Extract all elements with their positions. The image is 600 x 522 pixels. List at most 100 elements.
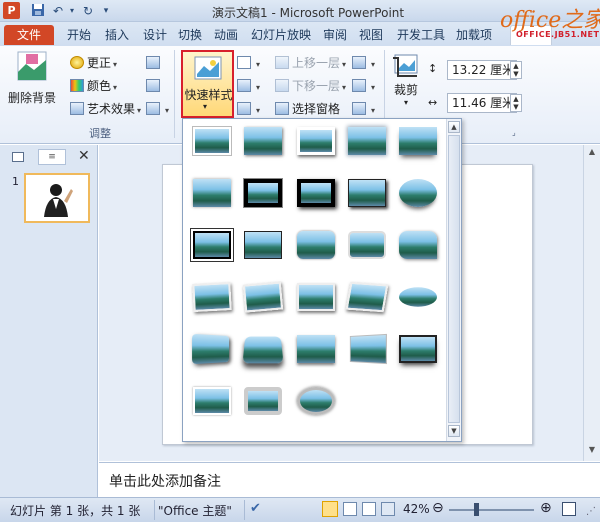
selection-pane-button[interactable]: 选择窗格: [275, 100, 340, 118]
picture-style-thumbnail[interactable]: [399, 127, 437, 155]
notes-pane[interactable]: 单击此处添加备注: [99, 462, 600, 497]
picture-style-thumbnail[interactable]: [193, 179, 231, 207]
picture-style-thumbnail[interactable]: [244, 387, 282, 415]
picture-style-thumbnail[interactable]: [345, 281, 389, 313]
slides-pane: ≡ ✕ 1: [0, 145, 98, 497]
rotate-button[interactable]: ▾: [352, 100, 375, 118]
width-input[interactable]: 11.46 厘米: [447, 93, 517, 113]
picture-layout-button[interactable]: ▾: [237, 100, 260, 118]
slide-thumbnail[interactable]: [24, 173, 90, 223]
picture-style-thumbnail[interactable]: [399, 179, 437, 207]
redo-icon[interactable]: ↻: [80, 3, 96, 19]
picture-style-preview-image: [193, 387, 231, 415]
theme-name[interactable]: "Office 主题": [158, 502, 232, 519]
tab-developer[interactable]: 开发工具: [393, 25, 449, 45]
bring-forward-button[interactable]: 上移一层 ▾: [275, 54, 346, 72]
picture-style-preview-image: [297, 231, 335, 259]
crop-button[interactable]: 裁剪 ▾: [389, 52, 423, 107]
picture-style-thumbnail[interactable]: [399, 283, 437, 311]
picture-style-thumbnail[interactable]: [192, 282, 232, 312]
gallery-scrollbar[interactable]: ▲ ▼: [446, 119, 461, 441]
picture-style-thumbnail[interactable]: [348, 179, 386, 207]
width-spinner[interactable]: ▲ ▼: [510, 94, 522, 112]
tab-design[interactable]: 设计: [138, 25, 172, 45]
artistic-effects-icon: [70, 102, 84, 115]
group-icon: [352, 79, 366, 92]
scroll-down-icon[interactable]: ▼: [586, 445, 598, 457]
fit-to-window-icon[interactable]: [562, 502, 576, 516]
slides-tab-icon[interactable]: [12, 152, 24, 162]
picture-style-thumbnail[interactable]: [191, 229, 233, 261]
normal-view-icon[interactable]: [322, 501, 338, 517]
artistic-effects-button[interactable]: 艺术效果 ▾: [70, 100, 141, 118]
height-input[interactable]: 13.22 厘米: [447, 60, 517, 80]
slide-sorter-view-icon[interactable]: [343, 502, 357, 516]
zoom-slider-handle[interactable]: [474, 503, 479, 516]
picture-style-thumbnail[interactable]: [242, 281, 284, 313]
tab-transitions[interactable]: 切换: [175, 25, 205, 45]
align-button[interactable]: ▾: [352, 54, 375, 72]
picture-style-thumbnail[interactable]: [297, 283, 335, 311]
undo-dropdown-icon[interactable]: ▾: [64, 3, 80, 19]
picture-style-thumbnail[interactable]: [244, 231, 282, 259]
powerpoint-app-icon[interactable]: P: [3, 2, 20, 19]
picture-style-thumbnail[interactable]: [297, 231, 335, 259]
picture-style-thumbnail[interactable]: [193, 127, 231, 155]
customize-qat-icon[interactable]: ▾: [98, 3, 114, 19]
tab-file[interactable]: 文件: [4, 25, 54, 45]
picture-style-thumbnail[interactable]: [193, 387, 231, 415]
close-pane-icon[interactable]: ✕: [78, 148, 90, 164]
group-button[interactable]: ▾: [352, 77, 375, 95]
remove-background-button[interactable]: 删除背景: [6, 50, 58, 106]
vertical-scrollbar[interactable]: ▲ ▼: [583, 145, 600, 461]
outline-tab-icon[interactable]: ≡: [38, 149, 66, 165]
scroll-up-icon[interactable]: ▲: [586, 147, 598, 159]
gallery-scroll-up-icon[interactable]: ▲: [448, 121, 460, 133]
remove-background-label: 删除背景: [7, 91, 56, 105]
picture-style-thumbnail[interactable]: [399, 335, 437, 363]
picture-style-preview-image: [244, 387, 282, 415]
picture-style-thumbnail[interactable]: [297, 387, 335, 415]
height-spinner[interactable]: ▲ ▼: [510, 61, 522, 79]
picture-style-thumbnail[interactable]: [348, 333, 387, 365]
zoom-out-icon[interactable]: ⊖: [432, 500, 444, 516]
picture-style-thumbnail[interactable]: [192, 333, 231, 365]
corrections-button[interactable]: 更正 ▾: [70, 54, 117, 72]
gallery-scroll-thumb[interactable]: [448, 135, 460, 423]
picture-style-thumbnail[interactable]: [244, 127, 282, 155]
send-backward-button[interactable]: 下移一层 ▾: [275, 77, 346, 95]
tab-insert[interactable]: 插入: [100, 25, 134, 45]
spell-check-icon[interactable]: ✔: [250, 501, 261, 516]
compress-pictures-button[interactable]: [146, 54, 163, 72]
picture-layout-icon: [237, 102, 251, 115]
size-dialog-launcher-icon[interactable]: ⌟: [512, 128, 516, 137]
resize-grip-icon[interactable]: ⋰: [586, 506, 596, 517]
tab-animations[interactable]: 动画: [211, 25, 241, 45]
picture-style-thumbnail[interactable]: [297, 179, 335, 207]
slide-show-view-icon[interactable]: [381, 502, 395, 516]
picture-style-thumbnail[interactable]: [297, 127, 335, 155]
picture-style-thumbnail[interactable]: [348, 127, 386, 155]
change-picture-button[interactable]: [146, 77, 163, 95]
zoom-in-icon[interactable]: ⊕: [540, 500, 552, 516]
picture-style-thumbnail[interactable]: [243, 178, 283, 208]
tab-home[interactable]: 开始: [62, 25, 96, 45]
color-button[interactable]: 颜色 ▾: [70, 77, 117, 95]
tab-slideshow[interactable]: 幻灯片放映: [250, 25, 312, 45]
reading-view-icon[interactable]: [362, 502, 376, 516]
save-icon[interactable]: [30, 3, 46, 19]
picture-border-button[interactable]: ▾: [237, 54, 260, 72]
picture-style-thumbnail[interactable]: [348, 231, 386, 259]
picture-effects-button[interactable]: ▾: [237, 77, 260, 95]
tab-review[interactable]: 审阅: [320, 25, 350, 45]
quick-styles-button[interactable]: 快速样式 ▾: [181, 50, 234, 118]
color-icon: [70, 79, 84, 92]
reset-picture-button[interactable]: ▾: [146, 100, 169, 118]
gallery-scroll-down-icon[interactable]: ▼: [448, 425, 460, 437]
picture-style-thumbnail[interactable]: [242, 335, 284, 364]
zoom-slider-track[interactable]: [449, 509, 534, 511]
zoom-level[interactable]: 42%: [403, 502, 430, 516]
tab-view[interactable]: 视图: [356, 25, 386, 45]
picture-style-thumbnail[interactable]: [297, 335, 335, 363]
picture-style-thumbnail[interactable]: [399, 231, 437, 259]
